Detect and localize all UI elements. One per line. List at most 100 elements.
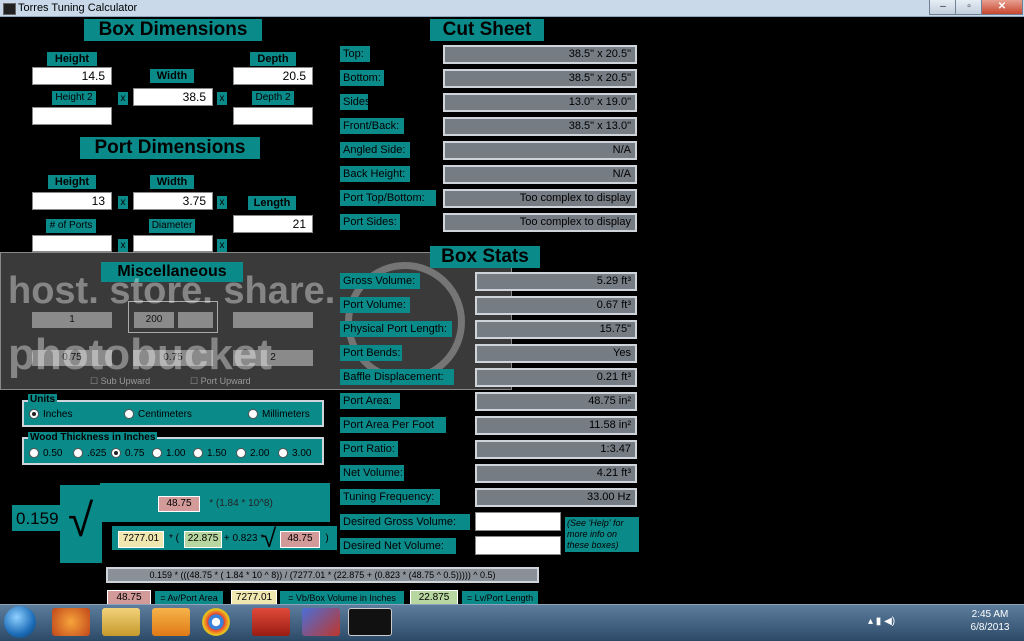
start-button[interactable] (4, 606, 36, 638)
wood-thickness-title: Wood Thickness in Inches (28, 432, 158, 443)
cut-sheet-label: Top: (340, 46, 370, 62)
radio-dot-icon (29, 448, 39, 459)
wood-radio-5[interactable]: 2.00 (236, 448, 269, 459)
units-radio-1[interactable]: Centimeters (124, 409, 192, 420)
wood-radio-4[interactable]: 1.50 (193, 448, 226, 459)
port-length-input[interactable]: 21 (233, 215, 313, 233)
formula-full-text: 0.159 * (((48.75 * ( 1.84 * 10 ^ 8)) / (… (106, 567, 539, 583)
chrome-icon[interactable] (202, 608, 230, 636)
port-height-label: Height (48, 175, 96, 189)
wood-radio-label: 2.00 (250, 448, 270, 459)
maximize-button[interactable]: ▫ (955, 0, 983, 15)
box-height2-label: Height 2 (52, 91, 96, 105)
misc-input-2[interactable]: 200 (134, 312, 174, 328)
cut-sheet-label: Back Height: (340, 166, 410, 182)
cut-sheet-label: Port Top/Bottom: (340, 190, 436, 206)
formula-coefficient: 0.159 (16, 509, 59, 528)
desired-net-label: Desired Net Volume: (340, 538, 456, 554)
wood-radio-label: 1.00 (166, 448, 186, 459)
minimize-button[interactable]: – (929, 0, 957, 15)
radio-dot-icon (73, 448, 83, 459)
folder-icon[interactable] (102, 608, 140, 636)
media-player-icon[interactable] (152, 608, 190, 636)
cut-sheet-value: N/A (443, 165, 637, 184)
legend-lv-value: 22.875 (410, 590, 458, 605)
box-stats-value: 15.75" (475, 320, 637, 339)
box-stats-value: 0.67 ft³ (475, 296, 637, 315)
box-stats-value: 4.21 ft³ (475, 464, 637, 483)
port-width-label: Width (150, 175, 194, 189)
clock-time: 2:45 AM (971, 609, 1009, 620)
units-radio-0[interactable]: Inches (29, 409, 72, 420)
box-height2-input[interactable] (32, 107, 112, 125)
formula-exponent: * (1.84 * 10^8) (203, 497, 279, 511)
formula-av: 48.75 (158, 496, 200, 512)
wood-radio-label: 3.00 (292, 448, 312, 459)
cut-sheet-value: 13.0" x 19.0" (443, 93, 637, 112)
box-stats-value: 0.21 ft³ (475, 368, 637, 387)
box-stats-value: 48.75 in² (475, 392, 637, 411)
help-note: (See 'Help' for more info on these boxes… (565, 517, 639, 552)
watermark-line2: photobucket (8, 330, 272, 379)
box-stats-value: 11.58 in² (475, 416, 637, 435)
box-height-input[interactable]: 14.5 (32, 67, 112, 85)
legend-av-value: 48.75 (107, 590, 151, 605)
wood-radio-label: 0.50 (43, 448, 63, 459)
box-width-input[interactable]: 38.5 (133, 88, 213, 106)
toolbox-icon[interactable] (252, 608, 290, 636)
times-sign: x (118, 239, 128, 252)
units-radio-2[interactable]: Millimeters (248, 409, 310, 420)
firefox-icon[interactable] (52, 608, 90, 636)
legend-vb-value: 7277.01 (231, 590, 277, 605)
tool-app-icon[interactable] (302, 608, 340, 636)
cut-sheet-value: Too complex to display (443, 189, 637, 208)
clock[interactable]: 2:45 AM 6/8/2013 (960, 608, 1020, 634)
desired-gross-input[interactable] (475, 512, 561, 531)
port-count-input[interactable] (32, 235, 112, 252)
box-depth2-input[interactable] (233, 107, 313, 125)
box-stats-label: Port Volume: (340, 297, 410, 313)
legend-av-label: = Av/Port Area (155, 591, 223, 605)
box-stats-label: Physical Port Length: (340, 321, 452, 337)
formula-av2: 48.75 (280, 531, 320, 548)
wood-radio-3[interactable]: 1.00 (152, 448, 185, 459)
port-dimensions-title: Port Dimensions (80, 137, 260, 159)
formula-plus: + 0.823 * (223, 533, 265, 544)
radio-dot-icon (278, 448, 288, 459)
cut-sheet-label: Front/Back: (340, 118, 404, 134)
tray-icons[interactable]: ▴ ▮ ◀) (868, 616, 895, 627)
box-depth2-label: Depth 2 (252, 91, 294, 105)
port-diameter-input[interactable] (133, 235, 213, 252)
wood-radio-2[interactable]: 0.75 (111, 448, 144, 459)
desired-net-input[interactable] (475, 536, 561, 555)
title-bar: Torres Tuning Calculator (0, 0, 1024, 17)
legend-vb-label: = Vb/Box Volume in Inches (280, 591, 404, 605)
tuning-calculator-task-icon[interactable] (348, 608, 392, 636)
wood-radio-0[interactable]: 0.50 (29, 448, 62, 459)
radio-dot-icon (29, 409, 39, 420)
close-button[interactable]: ✕ (981, 0, 1023, 15)
wood-radio-label: 0.75 (125, 448, 145, 459)
wood-radio-1[interactable]: .625 (73, 448, 106, 459)
port-width-input[interactable]: 3.75 (133, 192, 213, 210)
box-stats-label: Port Area Per Foot (340, 417, 446, 433)
cut-sheet-title: Cut Sheet (430, 19, 544, 41)
units-radio-label: Centimeters (138, 409, 192, 420)
radio-dot-icon (111, 448, 121, 459)
cut-sheet-value: 38.5" x 13.0" (443, 117, 637, 136)
misc-input-1[interactable]: 1 (32, 312, 112, 328)
misc-input-3[interactable] (178, 312, 213, 328)
cut-sheet-value: Too complex to display (443, 213, 637, 232)
legend-lv-label: = Lv/Port Length (462, 591, 538, 605)
box-dimensions-title: Box Dimensions (84, 19, 262, 41)
formula-vb: 7277.01 (118, 531, 164, 548)
port-height-input[interactable]: 13 (32, 192, 112, 210)
cut-sheet-label: Angled Side: (340, 142, 410, 158)
wood-radio-6[interactable]: 3.00 (278, 448, 311, 459)
box-depth-input[interactable]: 20.5 (233, 67, 313, 85)
cut-sheet-label: Bottom: (340, 70, 384, 86)
box-stats-label: Net Volume: (340, 465, 404, 481)
box-stats-label: Baffle Displacement: (340, 369, 454, 385)
times-sign: x (217, 196, 227, 209)
misc-input-4[interactable] (233, 312, 313, 328)
